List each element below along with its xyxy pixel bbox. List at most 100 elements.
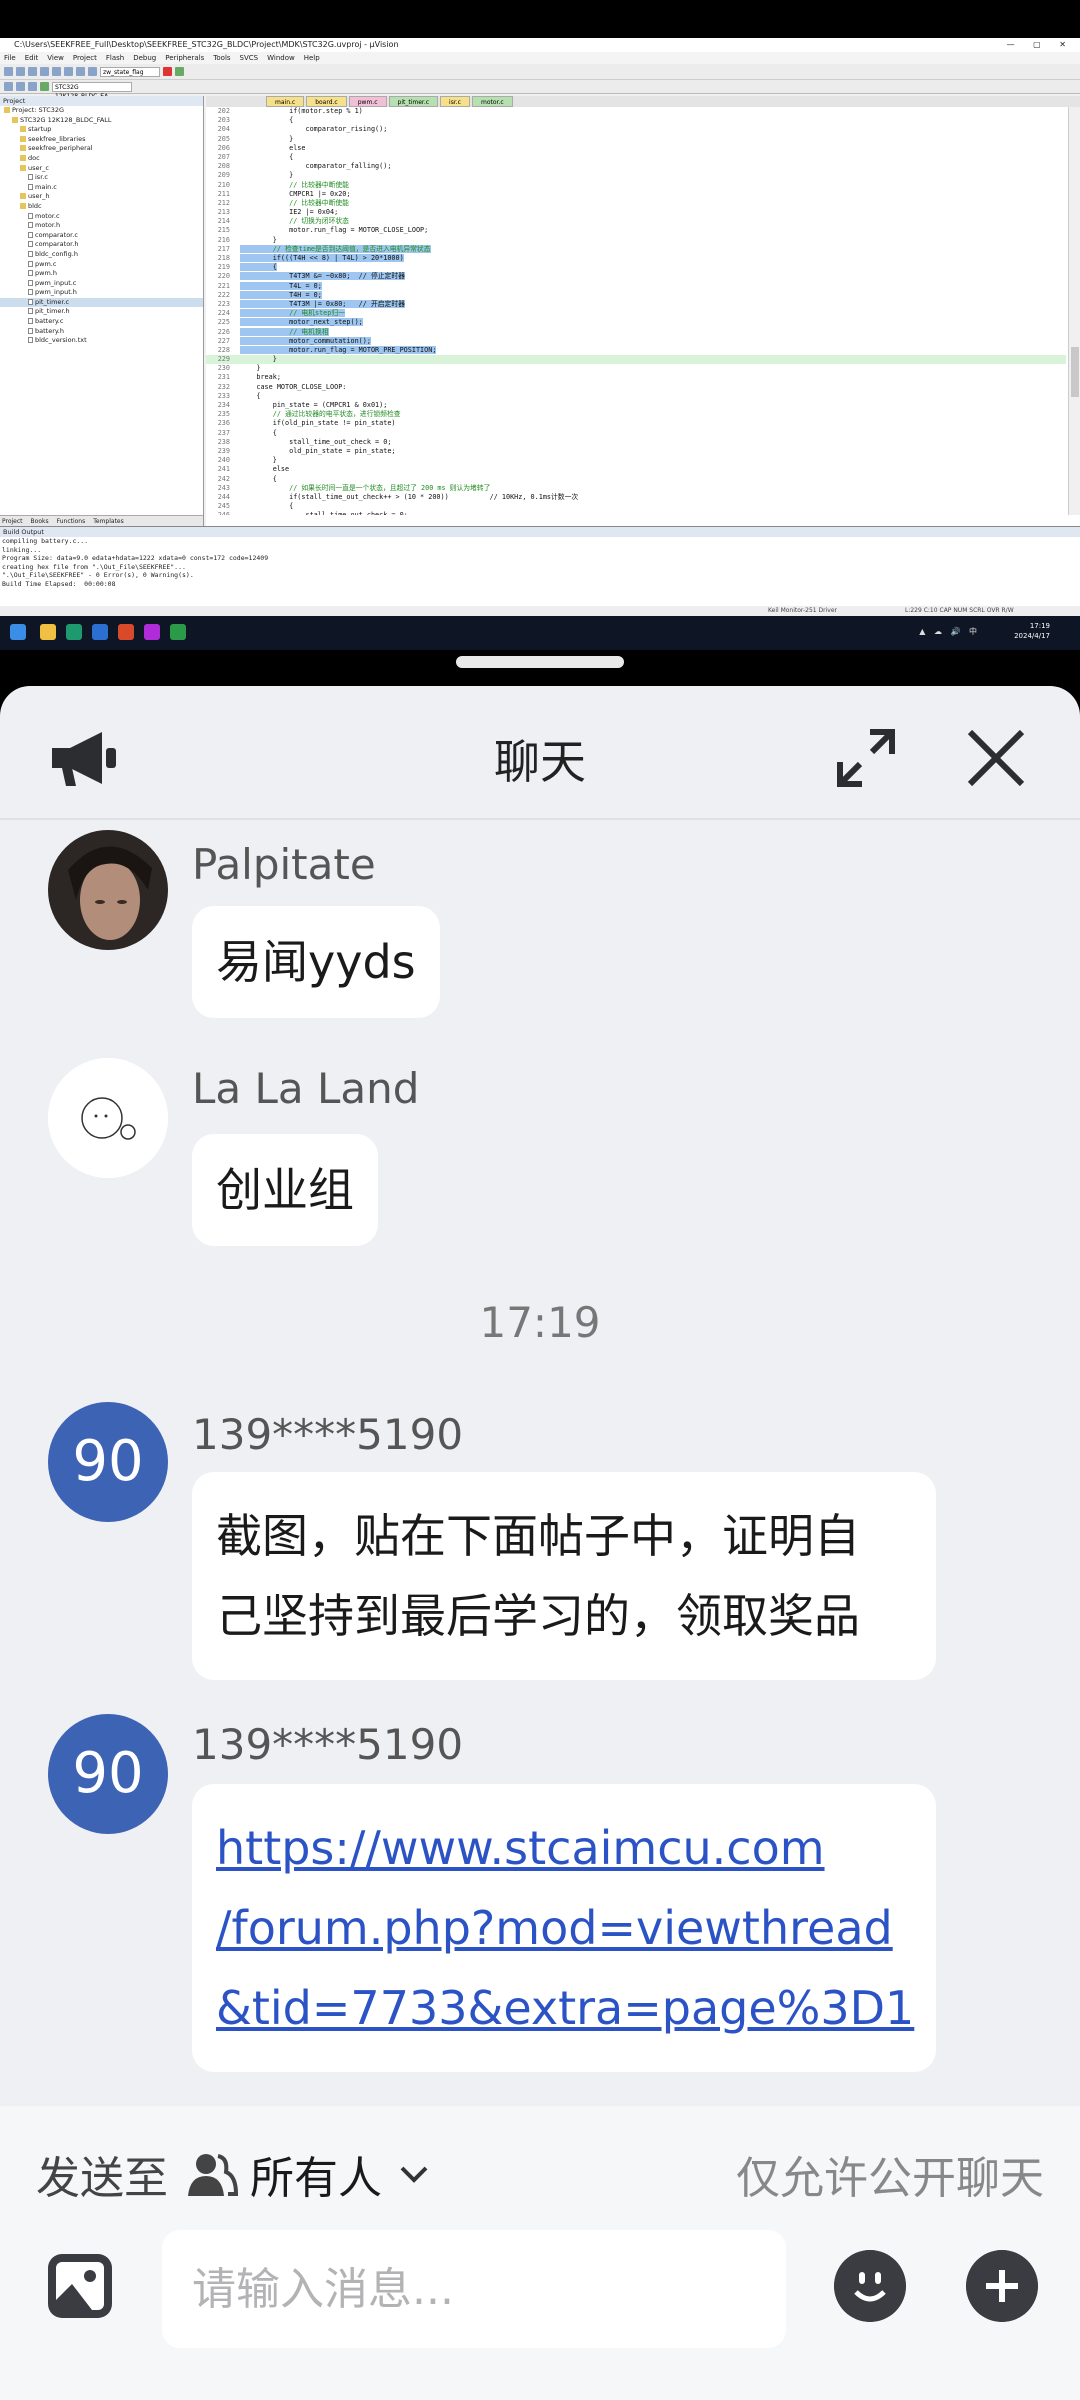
line-number: 211 [217,189,230,198]
file-icon [28,289,33,296]
code-line: 213 IE2 |= 0x04; [206,208,1066,217]
line-number: 242 [217,474,230,483]
code-line: 226 // 电机换相 [206,327,1066,337]
line-number: 246 [206,511,234,515]
chat-header: 聊天 [0,686,1080,820]
message-input[interactable] [162,2230,786,2348]
code-line: 237 { [206,429,1066,438]
code-line: 202 if(motor.step % 1) [206,107,1066,116]
message-link[interactable]: /forum.php?mod=viewthread [216,1888,912,1968]
code-text: } [240,456,277,465]
folder-icon [20,193,26,200]
code-text: { [240,116,294,125]
file-icon [28,174,33,181]
line-number: 225 [217,318,230,327]
message-bubble: https://www.stcaimcu.com /forum.php?mod=… [192,1784,936,2072]
line-number: 209 [217,171,230,180]
expand-icon[interactable] [826,718,906,798]
menu-item: SVCS [239,54,259,62]
pane-tab: Books [30,518,49,525]
window-controls: — ▢ ✕ [1006,40,1074,49]
chat-footer: 发送至 所有人 仅允许公开聊天 [0,2106,1080,2400]
project-tree-item: pwm_input.h [0,288,203,298]
code-line: 207 { [206,153,1066,162]
code-line: 245 { [206,502,1066,511]
code-text: stall_time_out_check = 0; [240,437,392,446]
message-bubble[interactable]: 创业组 [192,1134,378,1246]
file-icon [28,212,33,219]
avatar[interactable]: 90 [48,1402,168,1522]
code-line: 209 } [206,171,1066,180]
project-tree-item: bldc [0,202,203,212]
code-text: // 切换为闭环状态 [240,217,349,226]
file-icon [28,241,33,248]
cut-icon [40,67,49,76]
code-line: 230 } [206,364,1066,373]
toolbar-search-field: zw_state_flag [100,66,160,77]
build-output-line: creating hex file from ".\Out_File\SEEKF… [2,562,186,571]
code-line: 222 T4H = 0; [206,290,1066,300]
avatar[interactable] [48,1058,168,1178]
send-to-selector[interactable]: 发送至 所有人 [36,2142,432,2206]
code-line: 229 } [206,355,1066,365]
line-number: 233 [217,391,230,400]
time-separator: 17:19 [479,1298,601,1347]
code-line: 217 // 检查time是否到达阈值，是否进入电机异常状态 [206,244,1066,254]
project-tree-item: comparator.c [0,231,203,241]
chat-title: 聊天 [494,735,586,789]
code-line: 227 motor_commutation(); [206,336,1066,346]
project-tree-item: user_c [0,164,203,174]
code-line: 211 CMPCR1 |= 0x20; [206,190,1066,199]
code-text: { [240,428,277,437]
menu-item: File [4,54,16,62]
line-number: 237 [217,428,230,437]
project-tree-item: isr.c [0,173,203,183]
avatar[interactable]: 90 [48,1714,168,1834]
paste-icon [64,67,73,76]
code-text: T4T3M &= ~0x80; // 停止定时器 [240,272,405,281]
editor-tab: motor.c [471,96,513,107]
project-tree-item: bldc_version.txt [0,336,203,346]
project-tree-item: motor.c [0,212,203,222]
new-file-icon [4,67,13,76]
close-icon[interactable] [956,718,1036,798]
project-pane: Project Project: STC32G STC32G 12K128_BLD… [0,96,204,526]
editor-tab: main.c [266,96,305,107]
windows-start-icon [10,624,26,640]
message-bubble[interactable]: 易闻yyds [192,906,440,1018]
project-tree-item: bldc_config.h [0,250,203,260]
code-line: 242 { [206,475,1066,484]
image-icon[interactable] [44,2250,116,2322]
code-text: pin_state = (CMPCR1 & 0x01); [240,401,388,409]
code-line: 219 { [206,263,1066,272]
build-output-line: linking... [2,545,42,554]
code-line: 232 case MOTOR_CLOSE_LOOP: [206,383,1066,392]
code-line: 206 else [206,144,1066,153]
shared-screen: C:\Users\SEEKFREE_Full\Desktop\SEEKFREE_… [0,38,1080,650]
line-number: 223 [217,299,230,308]
code-text: { [240,391,261,400]
menu-item: Edit [24,54,39,62]
message-bubble[interactable]: 截图，贴在下面帖子中，证明自 己坚持到最后学习的，领取奖品 [192,1472,936,1680]
line-number: 221 [217,281,230,290]
emoji-icon[interactable] [834,2250,906,2322]
drag-handle[interactable] [456,656,624,668]
line-number: 216 [217,235,230,244]
plus-icon[interactable] [966,2250,1038,2322]
line-number: 215 [217,226,230,235]
code-text: if(stall_time_out_check++ > (10 * 200)) … [240,492,579,501]
message-link[interactable]: https://www.stcaimcu.com [216,1808,912,1888]
project-tree-item: pwm_input.c [0,279,203,289]
code-line: 221 T4L = 0; [206,281,1066,291]
line-number: 205 [217,134,230,143]
breakpoint-icon [163,67,172,76]
line-number: 245 [217,502,230,511]
message-link[interactable]: &tid=7733&extra=page%3D1 [216,1968,914,2048]
menu-item: Window [267,54,295,62]
avatar[interactable] [48,830,168,950]
project-tree-item: doc [0,154,203,164]
line-number: 230 [217,364,230,373]
project-tree: Project: STC32G STC32G 12K128_BLDC_FALL st… [0,106,203,346]
file-icon [28,327,33,334]
file-icon [28,250,33,257]
